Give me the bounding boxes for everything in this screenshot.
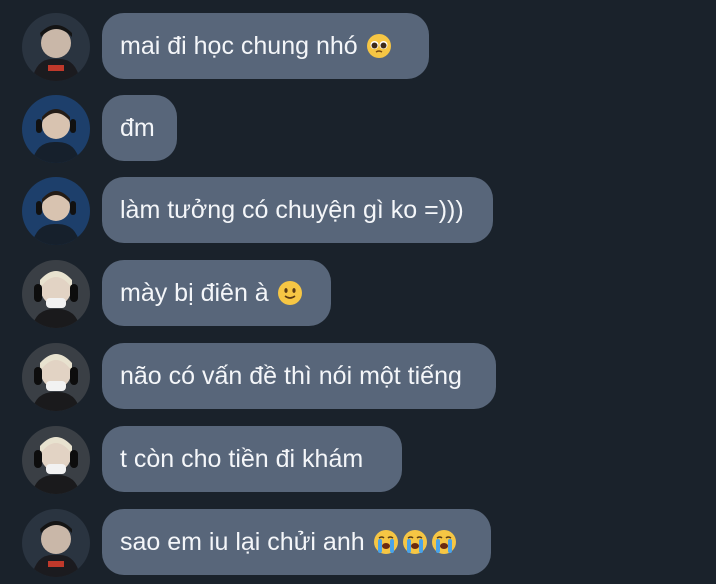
message-text: làm tưởng có chuyện gì ko =))) (120, 195, 464, 224)
message-row: làm tưởng có chuyện gì ko =))) (0, 176, 716, 246)
message-bubble[interactable]: mày bị điên à (102, 260, 331, 326)
message-text: mày bị điên à (120, 278, 269, 307)
message-row: sao em iu lại chửi anh (0, 508, 716, 578)
message-text: đm (120, 113, 155, 142)
message-bubble[interactable]: làm tưởng có chuyện gì ko =))) (102, 177, 493, 243)
avatar[interactable] (22, 95, 90, 163)
avatar[interactable] (22, 343, 90, 411)
loudly-crying-face-icon (431, 530, 456, 554)
loudly-crying-face-icon (373, 530, 398, 554)
message-bubble[interactable]: não có vấn đề thì nói một tiếng (102, 343, 496, 409)
message-text: não có vấn đề thì nói một tiếng (120, 361, 462, 390)
message-row: đm (0, 94, 716, 164)
message-row: mày bị điên à (0, 259, 716, 329)
message-row: não có vấn đề thì nói một tiếng (0, 342, 716, 412)
message-text: t còn cho tiền đi khám (120, 444, 364, 473)
avatar[interactable] (22, 509, 90, 577)
avatar[interactable] (22, 260, 90, 328)
message-bubble[interactable]: t còn cho tiền đi khám (102, 426, 402, 492)
loudly-crying-face-icon (402, 530, 427, 554)
avatar[interactable] (22, 426, 90, 494)
message-bubble[interactable]: sao em iu lại chửi anh (102, 509, 491, 575)
avatar[interactable] (22, 13, 90, 81)
message-text: mai đi học chung nhó (120, 31, 358, 60)
slightly-smiling-face-icon (277, 280, 303, 306)
message-row: mai đi học chung nhó (0, 12, 716, 82)
message-bubble[interactable]: đm (102, 95, 177, 161)
message-row: t còn cho tiền đi khám (0, 425, 716, 495)
avatar[interactable] (22, 177, 90, 245)
message-text: sao em iu lại chửi anh (120, 527, 365, 556)
pleading-face-icon (366, 33, 392, 59)
message-bubble[interactable]: mai đi học chung nhó (102, 13, 429, 79)
emoji-group (373, 529, 457, 555)
